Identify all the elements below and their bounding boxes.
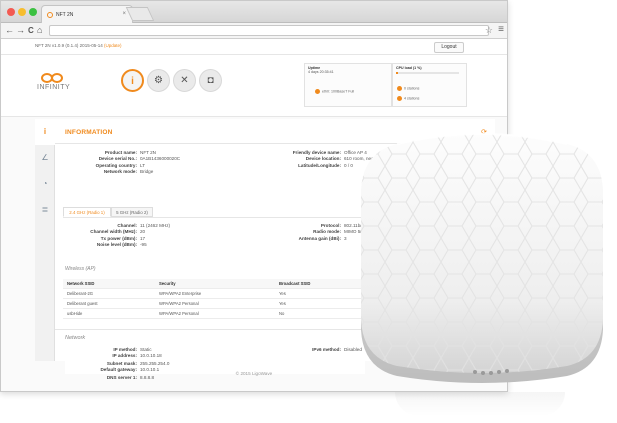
radio-info-right: Protocol: 802.11b/ Radio mode: MIMO 5r Ant… [273, 223, 362, 242]
forward-icon[interactable]: → [16, 25, 25, 36]
info-value: 17 [140, 235, 146, 241]
logout-button[interactable]: Logout [434, 42, 464, 53]
uptime-value: 4 days 20:35:41 [308, 70, 334, 74]
table-cell: usbHide [67, 311, 83, 316]
firmware-breadcrumb: NFT 2N v1.0.9 (0.1.4) 2015-05-14 (Update… [35, 43, 121, 48]
info-value: 0 / 0 [344, 162, 353, 168]
info-value: NFT 2N [140, 150, 156, 155]
info-value: 0A1B1436000020C [140, 156, 181, 162]
wireless-heading: Wireless (AP) [65, 266, 96, 272]
infinity-mark-icon [41, 73, 65, 83]
update-link[interactable]: (Update) [104, 43, 122, 48]
reload-icon[interactable]: C [28, 25, 34, 36]
info-value: 20 [140, 229, 146, 235]
list-icon: ≣ [41, 205, 49, 214]
info-value: 10.0.10.18 [140, 353, 162, 359]
network-info-left: IP method: Static IP address: 10.0.10.18 [65, 347, 162, 360]
access-point-device-image [361, 133, 603, 383]
tab-radio-2[interactable]: 5 GHz (Radio 2) [111, 207, 153, 217]
minimize-window-button[interactable] [18, 8, 26, 16]
tab-title: NFT 2N [56, 12, 74, 18]
wifi-icon: ◔ [42, 179, 48, 188]
info-value: -95 [140, 242, 147, 248]
gear-icon: ⚙ [154, 75, 163, 86]
eth-status: eth0: 100BaseT Full [315, 89, 354, 94]
stations-count-2: 4 stations [404, 96, 420, 101]
nav-status-button[interactable]: ◘ [199, 69, 222, 92]
home-icon[interactable]: ⌂ [37, 25, 42, 36]
info-value: 3 [344, 235, 347, 241]
table-cell: WPA/WPA2 Personal [159, 311, 199, 316]
table-cell: WPA/WPA2 Personal [159, 301, 199, 306]
page-header: INFINITY i ⚙ ✕ ◘ Uptime 4 days 20:35:41 … [1, 55, 507, 117]
chart-icon: ∠ [41, 153, 49, 162]
nav-info-button[interactable]: i [121, 69, 144, 92]
tools-icon: ✕ [180, 75, 189, 86]
tab-radio-1[interactable]: 2.4 GHz (Radio 1) [63, 207, 111, 217]
info-icon: i [131, 76, 134, 87]
back-icon[interactable]: ← [5, 25, 14, 36]
wifi-icon [397, 96, 402, 101]
favicon-icon [47, 12, 53, 18]
nav-tools-button[interactable]: ✕ [173, 69, 196, 92]
infinity-logo: INFINITY [37, 73, 70, 91]
bookmark-star-icon[interactable]: ☆ [485, 25, 493, 36]
cpu-load-bar [396, 72, 459, 74]
radio1-stations: 0 stations [397, 86, 419, 91]
browser-menu-icon[interactable]: ≡ [498, 24, 504, 35]
browser-toolbar: ← → C ⌂ ☆ ≡ [1, 23, 507, 39]
firmware-version-text: NFT 2N v1.0.9 (0.1.4) 2015-05-14 [35, 43, 104, 48]
logo-wordmark: INFINITY [37, 84, 71, 91]
network-heading: Network [65, 335, 86, 341]
network-info-right: IPv6 method: Disabled [273, 347, 362, 353]
device-reflection [395, 392, 565, 416]
info-key: Noise level (dBm): [96, 242, 137, 248]
info-key: Network mode: [103, 169, 137, 175]
address-bar[interactable] [49, 25, 489, 36]
radio2-stations: 4 stations [397, 96, 419, 101]
info-value: LT [140, 162, 146, 168]
wifi-icon [397, 86, 402, 91]
close-window-button[interactable] [7, 8, 15, 16]
maximize-window-button[interactable] [29, 8, 37, 16]
table-cell: Deliberant-2G [67, 291, 94, 296]
info-key: Latitude/Longitude: [298, 162, 341, 168]
tab-strip: NFT 2N × [1, 1, 507, 23]
sidebar-item-statistics[interactable]: ∠ [35, 145, 55, 171]
nav-settings-button[interactable]: ⚙ [147, 69, 170, 92]
table-cell: Yes [279, 291, 286, 296]
camera-icon: ◘ [207, 75, 214, 86]
column-header: Security [159, 281, 176, 286]
info-value: 11 (2462 MHz) [140, 223, 171, 228]
close-tab-icon[interactable]: × [122, 11, 126, 17]
info-value: 255.255.254.0 [140, 361, 170, 366]
info-key: Antenna gain (dBi): [298, 235, 341, 241]
info-icon: i [43, 127, 47, 136]
sidebar-item-information[interactable]: i [35, 119, 55, 145]
table-cell: Yes [279, 301, 286, 306]
stations-count-1: 0 stations [404, 86, 420, 91]
info-key: IP address: [112, 353, 137, 359]
sidebar-item-wireless[interactable]: ◔ [35, 171, 55, 197]
cpu-label: CPU load (1 %) [396, 66, 422, 70]
column-header: Broadcast SSID [279, 281, 311, 286]
device-info-left: Product name: NFT 2N Device serial No.: 0A… [65, 150, 180, 176]
table-cell: Deliberant guest [67, 301, 98, 306]
info-value: Bridge [140, 169, 154, 175]
ethernet-icon [315, 89, 320, 94]
info-key: IPv6 method: [312, 347, 341, 352]
section-title: INFORMATION [65, 129, 113, 136]
column-header: Network SSID [67, 281, 95, 286]
browser-tab[interactable]: NFT 2N × [41, 5, 133, 23]
info-value: Static [140, 347, 152, 352]
sidebar-item-list[interactable]: ≣ [35, 197, 55, 223]
eth-label: eth0: 100BaseT Full [322, 89, 355, 94]
top-bar: NFT 2N v1.0.9 (0.1.4) 2015-05-14 (Update… [1, 39, 507, 55]
radio-info-left: Channel: 11 (2462 MHz) Channel width (MHz… [65, 223, 170, 249]
table-cell: No [279, 311, 285, 316]
sidebar: i ∠ ◔ ≣ [35, 119, 55, 361]
table-cell: WPA/WPA2 Enterprise [159, 291, 202, 296]
uptime-panel: Uptime 4 days 20:35:41 [304, 63, 392, 107]
